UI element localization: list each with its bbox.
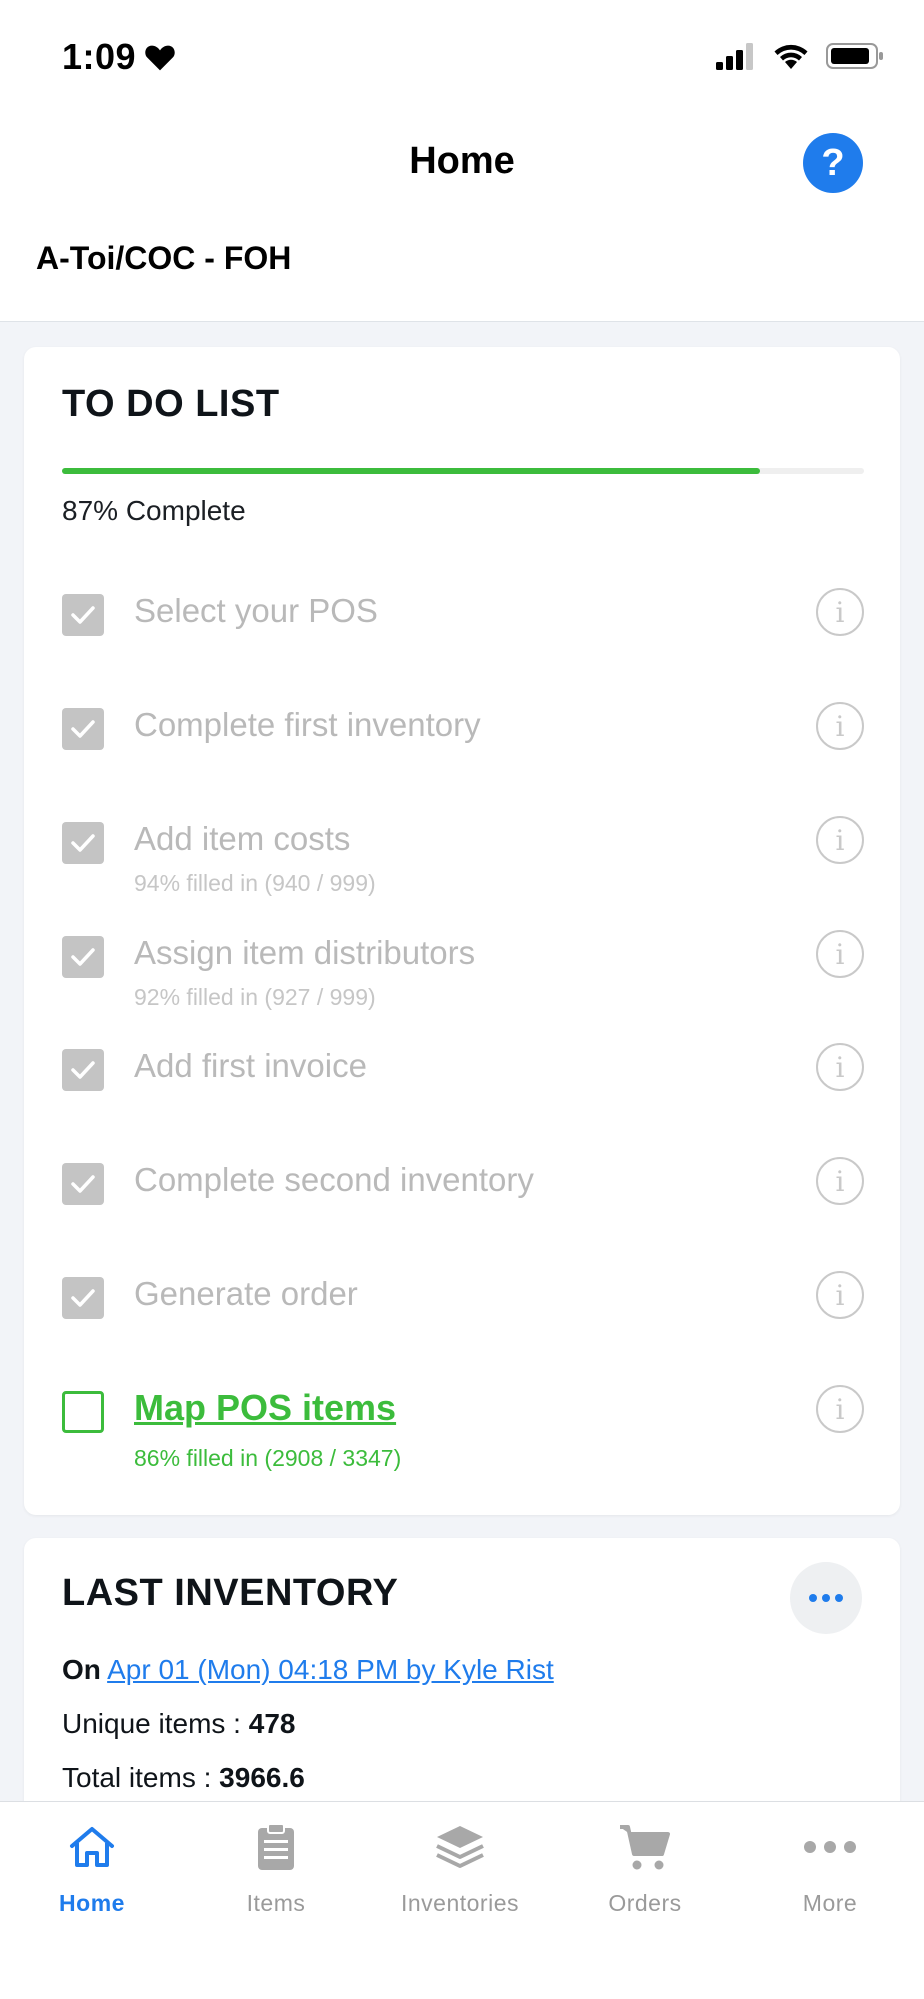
info-glyph: i [835, 1278, 845, 1312]
unique-items-line: Unique items : 478 [62, 1708, 295, 1740]
on-prefix: On [62, 1654, 101, 1685]
checkmark-icon [71, 1289, 95, 1307]
total-items-value: 3966.6 [219, 1762, 305, 1793]
tab-orders[interactable]: Orders [565, 1818, 725, 1928]
info-glyph: i [835, 1392, 845, 1426]
inventory-date-line: On Apr 01 (Mon) 04:18 PM by Kyle Rist [62, 1654, 554, 1686]
checkmark-icon [71, 720, 95, 738]
todo-item-map-pos-items[interactable]: Map POS items 86% filled in (2908 / 3347… [62, 1385, 864, 1479]
unique-items-value: 478 [248, 1708, 296, 1739]
location-name[interactable]: A-Toi/COC - FOH [36, 240, 291, 277]
todo-item-second-inventory[interactable]: Complete second inventory i [62, 1157, 864, 1251]
status-time: 1:09 [62, 36, 176, 78]
info-icon[interactable]: i [816, 1271, 864, 1319]
app-header: Home ? A-Toi/COC - FOH [0, 110, 924, 322]
tab-label: Items [246, 1890, 306, 1916]
todo-item-subtext: 92% filled in (927 / 999) [134, 984, 376, 1010]
info-icon[interactable]: i [816, 702, 864, 750]
todo-item-subtext: 86% filled in (2908 / 3347) [134, 1445, 402, 1471]
help-button[interactable]: ? [803, 133, 863, 193]
wifi-icon [774, 44, 808, 69]
tab-home[interactable]: Home [12, 1818, 172, 1928]
todo-item-label: Select your POS [134, 592, 378, 629]
todo-item-first-invoice[interactable]: Add first invoice i [62, 1043, 864, 1137]
checkbox-checked[interactable] [62, 1049, 104, 1091]
info-glyph: i [835, 1050, 845, 1084]
clipboard-icon [258, 1823, 294, 1870]
checkmark-icon [71, 948, 95, 966]
total-items-line: Total items : 3966.6 [62, 1762, 305, 1794]
checkbox-unchecked[interactable] [62, 1391, 104, 1433]
help-icon: ? [821, 142, 845, 184]
todo-item-generate-order[interactable]: Generate order i [62, 1271, 864, 1365]
todo-item-subtext: 94% filled in (940 / 999) [134, 870, 376, 896]
info-glyph: i [835, 595, 845, 629]
last-inventory-title: LAST INVENTORY [62, 1572, 399, 1614]
battery-icon [826, 43, 883, 69]
todo-item-label: Complete second inventory [134, 1161, 534, 1198]
checkbox-checked[interactable] [62, 822, 104, 864]
todo-item-label: Generate order [134, 1275, 358, 1312]
unique-items-label: Unique items : [62, 1708, 249, 1739]
info-glyph: i [835, 937, 845, 971]
info-glyph: i [835, 823, 845, 857]
checkmark-icon [71, 1061, 95, 1079]
todo-item-first-inventory[interactable]: Complete first inventory i [62, 702, 864, 796]
tab-label: Inventories [400, 1890, 519, 1916]
info-glyph: i [835, 1164, 845, 1198]
tab-inventories[interactable]: Inventories [380, 1818, 540, 1928]
todo-item-item-costs[interactable]: Add item costs 94% filled in (940 / 999)… [62, 816, 864, 910]
checkbox-checked[interactable] [62, 708, 104, 750]
tab-more[interactable]: More [750, 1818, 910, 1928]
info-icon[interactable]: i [816, 1157, 864, 1205]
tab-label: More [802, 1890, 858, 1916]
todo-item-label: Add item costs [134, 820, 351, 857]
todo-progress-text: 87% Complete [62, 495, 246, 526]
bottom-tab-bar: Home Items Inventories Orders More [0, 1801, 924, 1999]
checkbox-checked[interactable] [62, 936, 104, 978]
dot [835, 1594, 843, 1602]
tab-items[interactable]: Items [196, 1818, 356, 1928]
info-icon[interactable]: i [816, 930, 864, 978]
checkbox-checked[interactable] [62, 1163, 104, 1205]
checkbox-checked[interactable] [62, 594, 104, 636]
clock-text: 1:09 [62, 36, 137, 77]
status-bar: 1:09 [0, 0, 924, 110]
info-glyph: i [835, 709, 845, 743]
todo-item-label: Complete first inventory [134, 706, 481, 743]
cart-icon [620, 1825, 670, 1870]
layers-icon [436, 1826, 484, 1868]
home-icon [70, 1827, 114, 1867]
info-icon[interactable]: i [816, 588, 864, 636]
heart-icon [145, 45, 175, 71]
todo-item-label: Assign item distributors [134, 934, 476, 971]
todo-progress-bar [62, 468, 864, 474]
page-title: Home [409, 140, 515, 182]
checkmark-icon [71, 834, 95, 852]
todo-item-select-pos[interactable]: Select your POS i [62, 588, 864, 682]
tab-label: Orders [608, 1890, 682, 1916]
cellular-signal-icon [716, 43, 753, 70]
total-items-label: Total items : [62, 1762, 220, 1793]
checkbox-checked[interactable] [62, 1277, 104, 1319]
inventory-link[interactable]: Apr 01 (Mon) 04:18 PM by Kyle Rist [107, 1654, 554, 1685]
info-icon[interactable]: i [816, 1385, 864, 1433]
todo-item-item-distributors[interactable]: Assign item distributors 92% filled in (… [62, 930, 864, 1024]
status-indicators [716, 42, 884, 70]
dot [809, 1594, 817, 1602]
checkmark-icon [71, 1175, 95, 1193]
more-icon [804, 1841, 856, 1853]
info-icon[interactable]: i [816, 816, 864, 864]
dot [822, 1594, 830, 1602]
checkmark-icon [71, 606, 95, 624]
todo-title: TO DO LIST [62, 383, 280, 425]
map-pos-items-link[interactable]: Map POS items [134, 1387, 396, 1429]
tab-label: Home [59, 1890, 125, 1916]
todo-progress-fill [62, 468, 760, 474]
info-icon[interactable]: i [816, 1043, 864, 1091]
todo-card: TO DO LIST 87% Complete Select your POS … [24, 347, 900, 1515]
more-options-button[interactable] [790, 1562, 862, 1634]
todo-item-label: Add first invoice [134, 1047, 367, 1084]
